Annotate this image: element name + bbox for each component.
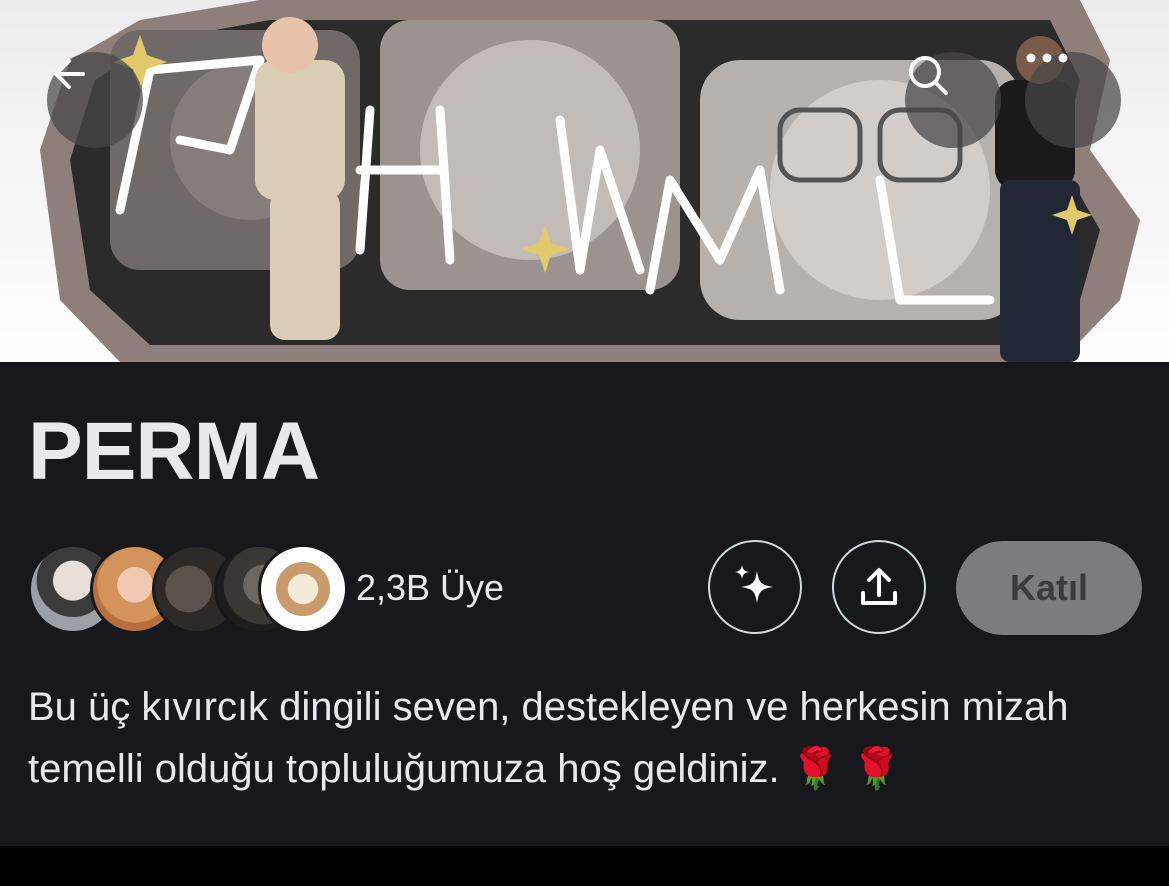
more-button[interactable]	[1025, 52, 1121, 148]
sparkle-icon	[735, 565, 773, 603]
bottom-bar	[0, 846, 1169, 886]
more-horizontal-icon	[1026, 53, 1068, 63]
back-button[interactable]	[47, 52, 143, 148]
banner-collage	[40, 0, 1140, 362]
rose-emoji: 🌹 🌹	[790, 747, 902, 791]
community-name: PERMA	[28, 406, 320, 497]
share-button[interactable]	[832, 540, 926, 634]
community-banner	[0, 0, 1169, 362]
description-text: Bu üç kıvırcık dingili seven, destekleye…	[28, 685, 1069, 791]
search-button[interactable]	[905, 52, 1001, 148]
community-description: Bu üç kıvırcık dingili seven, destekleye…	[28, 676, 1148, 800]
arrow-left-icon	[54, 59, 85, 89]
join-button[interactable]: Katıl	[956, 541, 1142, 635]
member-count[interactable]: 2,3B Üye	[356, 566, 504, 610]
member-avatar	[258, 544, 348, 634]
share-icon	[861, 568, 897, 605]
search-icon	[909, 56, 948, 95]
grok-button[interactable]	[708, 540, 802, 634]
